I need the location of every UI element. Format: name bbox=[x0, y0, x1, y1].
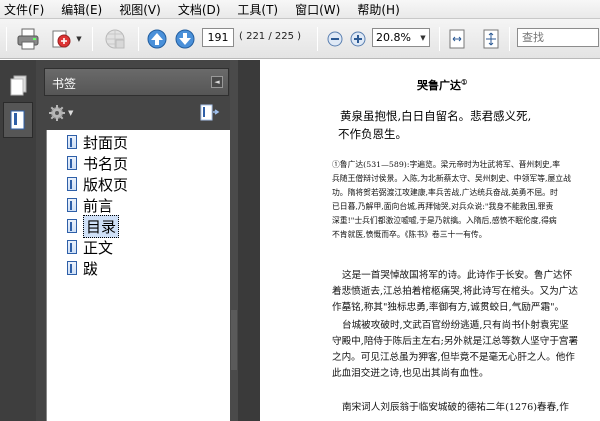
footnote-line: 已日暮,乃解甲,面向台城,再拜恸哭,对兵众说:"我身不能救国,罪责 bbox=[332, 202, 554, 211]
document-page: 哭鲁广达① 黄泉虽抱恨,白日自留名。悲君感义死, 不作负恩生。 ①鲁广达(531… bbox=[260, 60, 600, 421]
menu-document[interactable]: 文档(D) bbox=[178, 1, 221, 18]
toolbar-grip bbox=[6, 27, 7, 51]
toolbar-separator bbox=[92, 27, 93, 51]
bookmark-item[interactable]: 版权页 bbox=[67, 174, 128, 194]
bookmark-label: 书名页 bbox=[83, 154, 129, 173]
body-line: 作墓铭,称其"独标忠勇,率御有方,诚贯蛟日,气励严霜"。 bbox=[332, 302, 565, 313]
body-line: 台城被攻破时,文武百官纷纷逃遁,只有尚书仆射袁宪坚 bbox=[342, 320, 569, 331]
panel-toolbar: ▼ bbox=[44, 100, 229, 128]
page-number-input[interactable] bbox=[202, 28, 234, 47]
create-pdf-icon bbox=[52, 30, 71, 48]
menu-file[interactable]: 文件(F) bbox=[4, 1, 44, 18]
new-bookmark-button[interactable] bbox=[200, 104, 220, 125]
gear-icon bbox=[49, 105, 65, 121]
print-button[interactable] bbox=[14, 26, 42, 52]
bookmark-item[interactable]: 前言 bbox=[67, 195, 113, 215]
body-line: 守殿中,陪侍于陈后主左右;另外就是江总等数人坚守于宫署 bbox=[332, 336, 579, 347]
bookmark-label: 目录 bbox=[83, 214, 120, 238]
panel-title: 书签 bbox=[52, 77, 77, 91]
zoom-in-icon bbox=[350, 31, 366, 47]
splitter-grip[interactable] bbox=[231, 310, 237, 370]
body-line: 着悲愤逝去,江总拍着棺柩痛哭,将此诗写在棺头。又为广达 bbox=[332, 286, 578, 297]
full-screen-icon bbox=[483, 29, 499, 49]
collapse-icon[interactable]: ◄ bbox=[211, 76, 223, 88]
zoom-input[interactable] bbox=[373, 31, 417, 44]
document-margin bbox=[238, 60, 260, 421]
printer-icon bbox=[17, 28, 39, 50]
pages-panel-button[interactable] bbox=[4, 68, 34, 104]
options-button[interactable]: ▼ bbox=[48, 104, 73, 122]
full-screen-button[interactable] bbox=[480, 26, 502, 52]
bookmark-icon bbox=[67, 219, 77, 233]
search-input[interactable] bbox=[517, 28, 599, 47]
footnote-marker: ① bbox=[461, 77, 468, 87]
page-heading: 哭鲁广达① bbox=[417, 77, 467, 93]
bookmark-icon bbox=[67, 135, 77, 149]
menu-bar: 文件(F) 编辑(E) 视图(V) 文档(D) 工具(T) 窗口(W) 帮助(H… bbox=[0, 0, 600, 19]
zoom-out-button[interactable] bbox=[325, 26, 345, 52]
page-count-label: ( 221 / 225 ) bbox=[239, 31, 302, 42]
chevron-down-icon: ▼ bbox=[76, 35, 82, 43]
menu-tools[interactable]: 工具(T) bbox=[237, 1, 278, 18]
poem-line: 不作负恩生。 bbox=[338, 127, 407, 141]
bookmarks-panel-button[interactable] bbox=[3, 102, 33, 138]
create-pdf-button[interactable]: ▼ bbox=[48, 26, 84, 52]
footnote-line: 不肯就医,愤慨而卒。《陈书》卷三十一有传。 bbox=[332, 230, 487, 239]
previous-page-button[interactable] bbox=[146, 26, 168, 52]
bookmark-item-selected[interactable]: 目录 bbox=[67, 214, 120, 238]
bookmark-label: 封面页 bbox=[83, 133, 129, 152]
arrow-up-icon bbox=[147, 29, 167, 49]
toolbar-separator bbox=[138, 27, 139, 51]
chevron-down-icon[interactable]: ▼ bbox=[417, 34, 429, 42]
pages-icon bbox=[10, 75, 27, 96]
toolbar-separator bbox=[439, 27, 440, 51]
bookmark-icon bbox=[67, 261, 77, 275]
bookmark-item[interactable]: 正文 bbox=[67, 237, 113, 257]
body-line: 这是一首哭悼故国将军的诗。此诗作于长安。鲁广达怀 bbox=[342, 270, 573, 281]
bookmark-icon bbox=[67, 156, 77, 170]
panel-splitter[interactable] bbox=[230, 60, 238, 421]
menu-help[interactable]: 帮助(H) bbox=[357, 1, 399, 18]
poem-line: 黄泉虽抱恨,白日自留名。悲君感义死, bbox=[340, 109, 532, 123]
arrow-down-icon bbox=[175, 29, 195, 49]
bookmark-icon bbox=[67, 198, 77, 212]
bookmark-label: 前言 bbox=[83, 196, 114, 215]
body-line: 此血泪交迸之诗,也见出其尚有血性。 bbox=[332, 368, 489, 379]
collaborate-button[interactable] bbox=[100, 26, 130, 52]
bookmark-item[interactable]: 封面页 bbox=[67, 132, 128, 152]
zoom-select[interactable]: ▼ bbox=[372, 28, 430, 47]
bookmark-icon bbox=[67, 240, 77, 254]
fit-page-icon bbox=[449, 29, 465, 49]
footnote-line: ①鲁广达(531—589):字遍览。梁元帝时为壮武将军、晋州刺史,率 bbox=[332, 160, 561, 169]
globe-icon bbox=[105, 29, 125, 49]
next-page-button[interactable] bbox=[174, 26, 196, 52]
body-line: 之内。可见江总虽为狎客,但毕竟不是毫无心肝之人。他作 bbox=[332, 352, 575, 363]
menu-edit[interactable]: 编辑(E) bbox=[61, 1, 102, 18]
body-line: 南宋词人刘辰翁于临安城破的德祐二年(1276)春春,作 bbox=[342, 402, 569, 413]
panel-header: 书签 ◄ bbox=[44, 68, 229, 96]
footnote-line: 深重!"士兵们都激泣嘘嘘,于是乃就擒。入隋后,感愤不眠伦度,得病 bbox=[332, 216, 557, 225]
navigation-strip bbox=[0, 60, 36, 421]
footnote-line: 功。隋将贺若弼渡江攻建康,率兵苦战,广达统兵奋战,英勇不屈。时 bbox=[332, 188, 558, 197]
bookmark-label: 正文 bbox=[83, 238, 114, 257]
bookmark-icon bbox=[10, 110, 25, 130]
bookmark-item[interactable]: 跋 bbox=[67, 258, 98, 278]
fit-page-button[interactable] bbox=[446, 26, 468, 52]
new-bookmark-icon bbox=[200, 104, 220, 121]
bookmark-label: 版权页 bbox=[83, 175, 129, 194]
menu-window[interactable]: 窗口(W) bbox=[295, 1, 340, 18]
bookmark-label: 跋 bbox=[83, 259, 99, 278]
bookmark-list: 封面页 书名页 版权页 前言 目录 正文 跋 bbox=[46, 130, 232, 421]
bookmark-icon bbox=[67, 177, 77, 191]
toolbar-separator bbox=[317, 27, 318, 51]
zoom-in-button[interactable] bbox=[348, 26, 368, 52]
chevron-down-icon: ▼ bbox=[68, 109, 74, 117]
zoom-out-icon bbox=[327, 31, 343, 47]
toolbar-separator bbox=[509, 27, 510, 51]
bookmark-item[interactable]: 书名页 bbox=[67, 153, 128, 173]
page-heading-text: 哭鲁广达 bbox=[417, 79, 461, 92]
menu-view[interactable]: 视图(V) bbox=[119, 1, 161, 18]
footnote-line: 兵随王僧辩讨侯景。入陈,为北新蔡太守、吴州刺史、中领军等,屡立战 bbox=[332, 174, 571, 183]
